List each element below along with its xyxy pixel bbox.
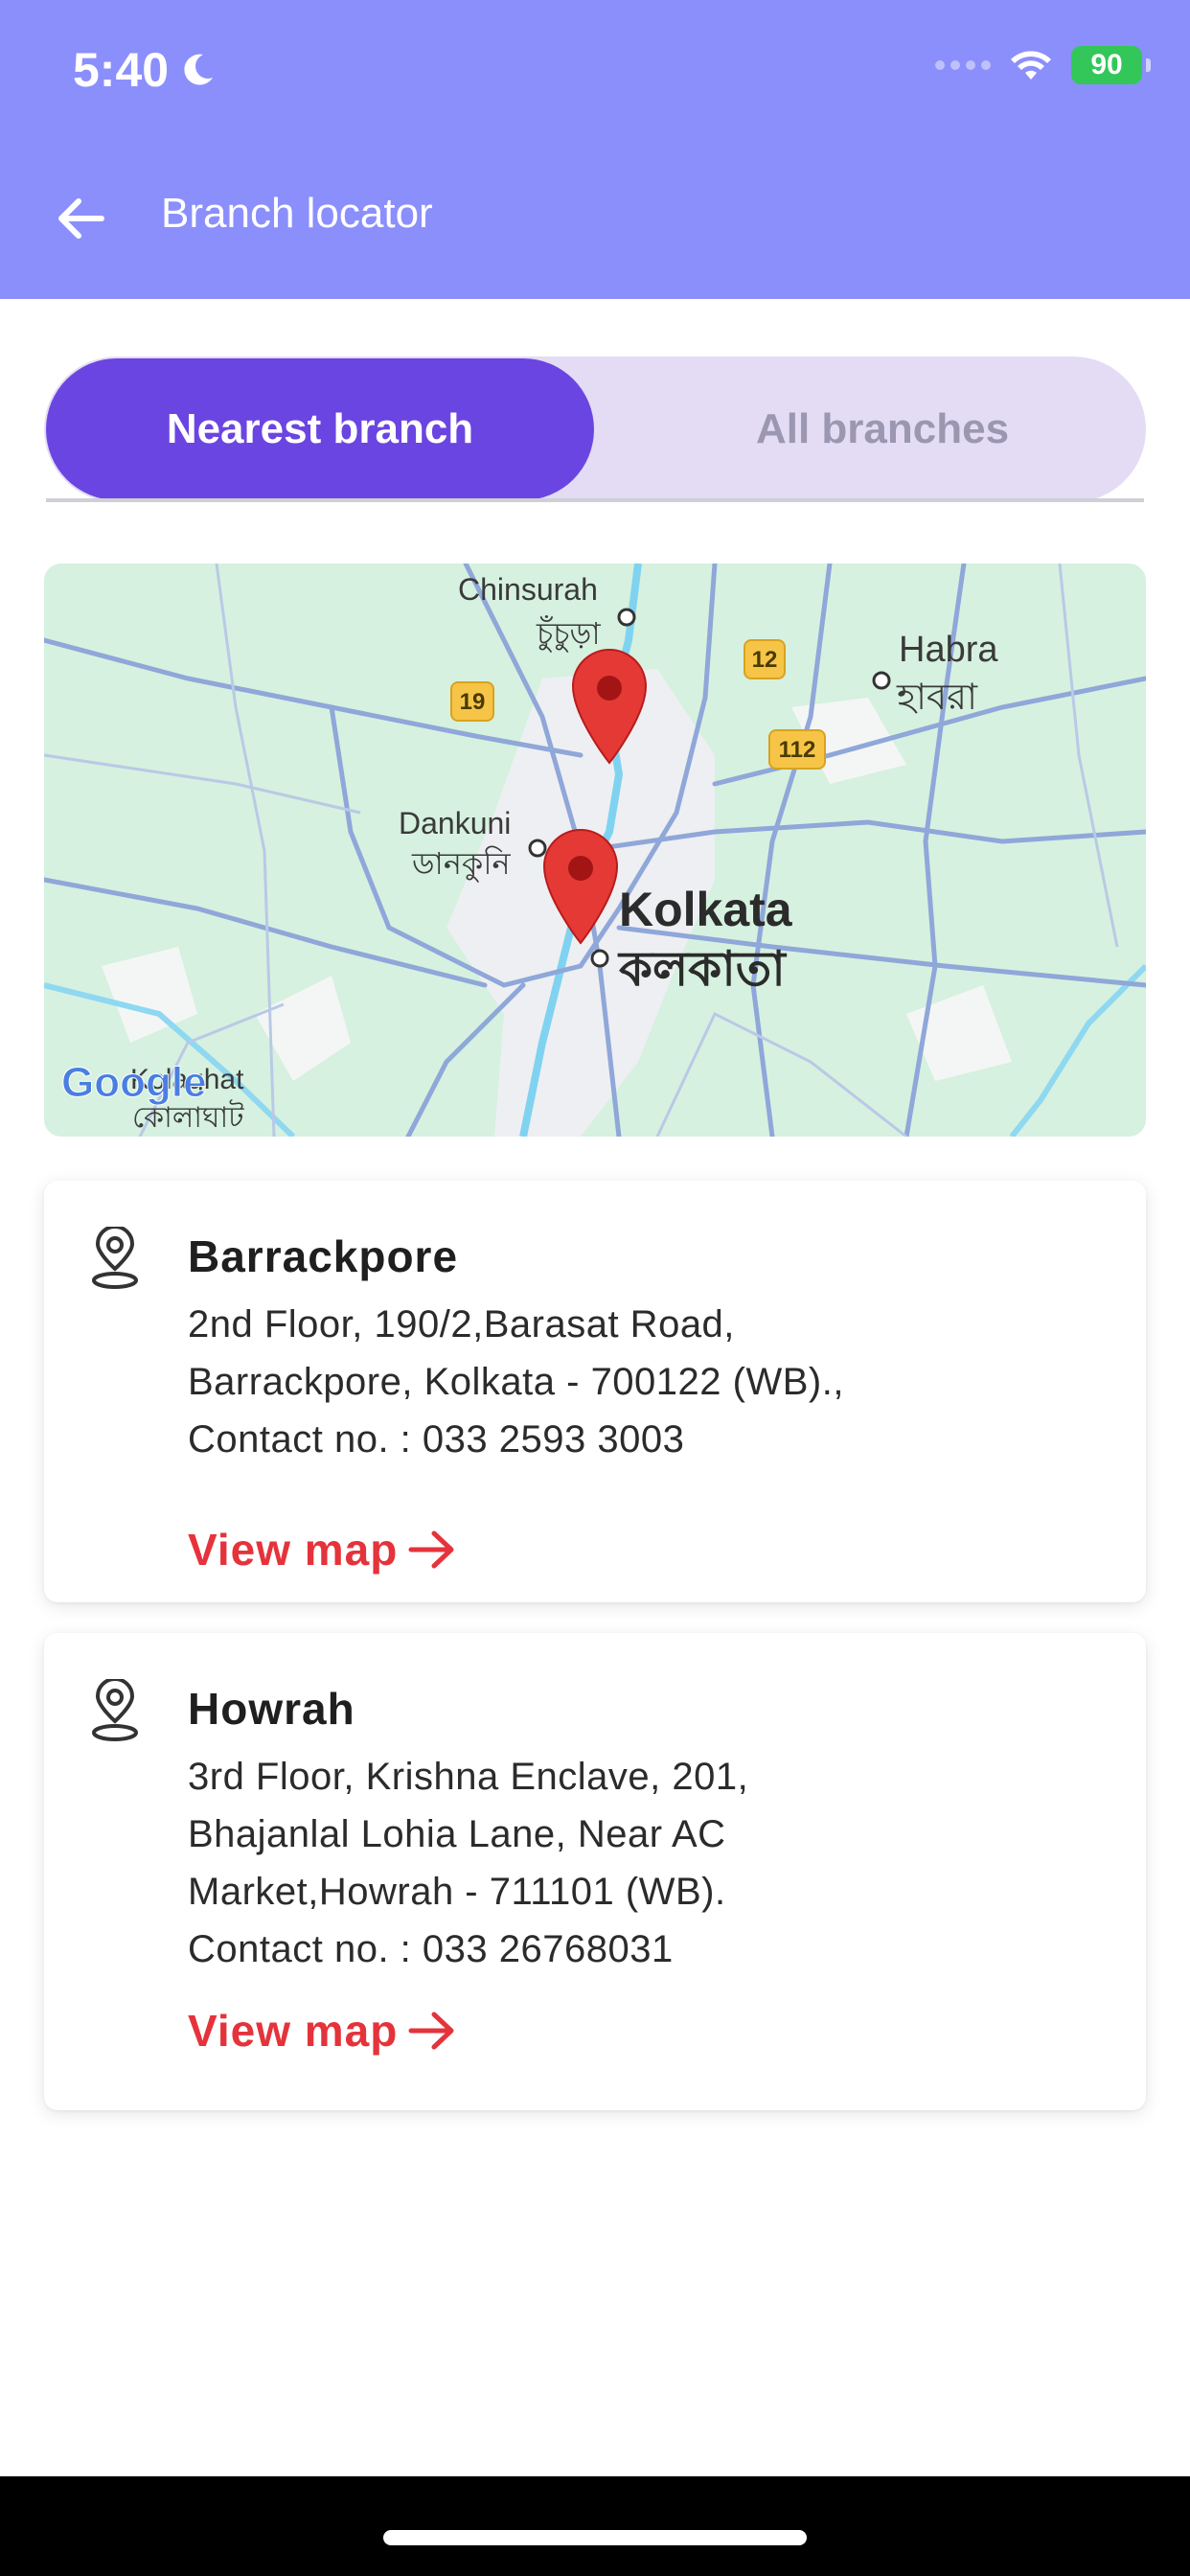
tab-all-branches[interactable]: All branches <box>619 356 1146 502</box>
address-line: Barrackpore, Kolkata - 700122 (WB)., <box>188 1361 844 1403</box>
route-12-label: 12 <box>752 647 778 673</box>
branch-address: 2nd Floor, 190/2,Barasat Road, Barrackpo… <box>188 1296 844 1468</box>
address-line: Market,Howrah - 711101 (WB). <box>188 1871 726 1913</box>
battery-level: 90 <box>1090 49 1123 80</box>
map-label-habra-bn: হাবরা <box>896 678 978 718</box>
address-line: 3rd Floor, Krishna Enclave, 201, <box>188 1756 749 1798</box>
address-line: 2nd Floor, 190/2,Barasat Road, <box>188 1303 735 1346</box>
view-map-label: View map <box>188 1525 399 1575</box>
map-label-chinsurah: Chinsurah <box>458 572 598 607</box>
arrow-right-icon <box>408 2012 454 2050</box>
route-112-label: 112 <box>779 737 816 763</box>
map-label-kolkata: Kolkata <box>619 883 793 936</box>
branch-card-howrah: Howrah 3rd Floor, Krishna Enclave, 201, … <box>44 1633 1146 2110</box>
map-label-habra: Habra <box>899 630 998 670</box>
wifi-icon <box>1011 51 1051 80</box>
google-logo: Google <box>61 1059 207 1106</box>
tab-nearest-branch[interactable]: Nearest branch <box>46 358 594 500</box>
status-time: 5:40 <box>73 42 217 98</box>
status-time-text: 5:40 <box>73 43 170 97</box>
branch-name: Howrah <box>188 1684 355 1734</box>
view-map-label: View map <box>188 2006 399 2056</box>
branch-card-barrackpore: Barrackpore 2nd Floor, 190/2,Barasat Roa… <box>44 1181 1146 1602</box>
branch-name: Barrackpore <box>188 1231 459 1281</box>
branch-address: 3rd Floor, Krishna Enclave, 201, Bhajanl… <box>188 1748 748 1978</box>
map-label-chinsurah-bn: চুঁচুড়া <box>536 615 601 653</box>
branch-map[interactable]: 19 12 112 Chinsurah চুঁচুড়া Habra হাবরা… <box>44 564 1146 1137</box>
app-header: 5:40 90 Branch locator <box>0 0 1190 299</box>
contact-line: Contact no. : 033 26768031 <box>188 1928 674 1970</box>
route-19-label: 19 <box>460 689 486 715</box>
arrow-right-icon <box>408 1530 454 1569</box>
battery-icon: 90 <box>1071 46 1151 84</box>
map-label-dankuni: Dankuni <box>399 806 511 840</box>
location-pin-icon <box>92 1679 138 1741</box>
page-title: Branch locator <box>161 190 433 237</box>
contact-line: Contact no. : 033 2593 3003 <box>188 1418 685 1460</box>
back-arrow-icon[interactable] <box>50 188 111 249</box>
map-label-kolkata-bn: কলকাতা <box>617 942 787 996</box>
branch-tabs: Nearest branch All branches <box>44 356 1146 502</box>
status-icons: 90 <box>935 46 1151 84</box>
view-map-link[interactable]: View map <box>188 1524 459 1576</box>
location-pin-icon <box>92 1227 138 1289</box>
view-map-link[interactable]: View map <box>188 2005 459 2057</box>
system-nav-bar <box>0 2476 1190 2576</box>
tabs-divider <box>46 498 1144 502</box>
map-label-dankuni-bn: ডানকুনি <box>411 845 511 883</box>
address-line: Bhajanlal Lohia Lane, Near AC <box>188 1813 726 1855</box>
moon-icon <box>184 54 214 85</box>
cellular-signal-icon <box>935 60 991 70</box>
home-indicator[interactable] <box>383 2530 807 2545</box>
